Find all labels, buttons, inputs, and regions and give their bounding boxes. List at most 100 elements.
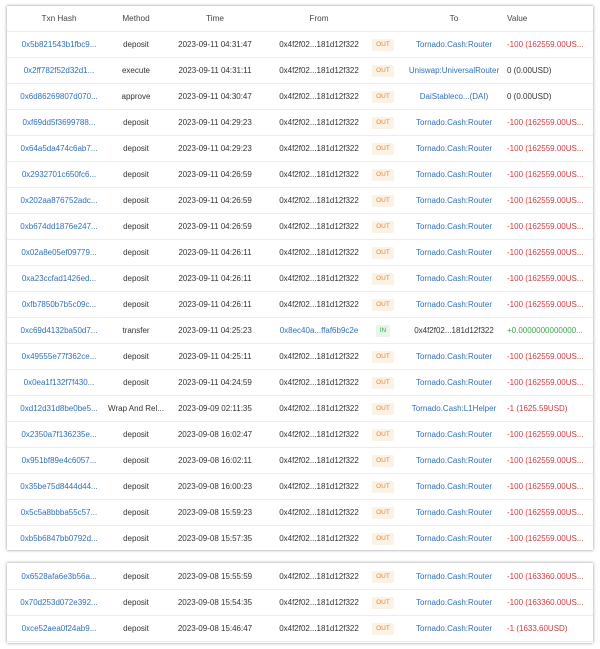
direction-badge-cell: OUT xyxy=(368,84,398,109)
direction-badge: OUT xyxy=(372,142,394,155)
from-address: 0x4f2f02...181d12f322 xyxy=(279,66,359,75)
table-row[interactable]: 0x5c5a8bbba55c57... deposit 2023-09-08 15:… xyxy=(7,500,593,526)
to-address[interactable]: Uniswap:UniversalRouter xyxy=(405,58,503,83)
txn-hash-link[interactable]: 0x5c5a8bbba55c57... xyxy=(13,500,105,525)
txn-hash-link[interactable]: 0xce52aea0f24ab9... xyxy=(13,616,105,641)
txn-hash-link[interactable]: 0xb5b6847bb0792d... xyxy=(13,526,105,551)
time-value: 2023-09-11 04:26:59 xyxy=(178,170,252,179)
time-value: 2023-09-08 15:46:47 xyxy=(177,624,253,633)
to-address[interactable]: Tornado.Cash:Router xyxy=(405,240,503,265)
txn-hash-link[interactable]: 0x5b821543b1fbc9... xyxy=(13,32,105,57)
to-address[interactable]: Tornado.Cash:Router xyxy=(405,590,503,615)
value-amount: -100 (162559.00US... xyxy=(507,196,584,205)
to-address[interactable]: DaiStableco...(DAI) xyxy=(405,84,503,109)
to-address[interactable]: Tornado.Cash:Router xyxy=(405,292,503,317)
to-address[interactable]: Tornado.Cash:Router xyxy=(405,162,503,187)
txn-hash-link[interactable]: 0x02a8e05ef09779... xyxy=(13,240,105,265)
table-row[interactable]: 0x6528afa6e3b56a... deposit 2023-09-08 15:… xyxy=(7,564,593,590)
txn-hash-link[interactable]: 0x35be75d8444d44... xyxy=(13,474,105,499)
to-address[interactable]: Tornado.Cash:Router xyxy=(405,370,503,395)
table-row[interactable]: 0xc69d4132ba50d7... transfer 2023-09-11 04… xyxy=(7,318,593,344)
table-row[interactable]: 0xa23ccfad1426ed... deposit 2023-09-11 04:… xyxy=(7,266,593,292)
table-row[interactable]: 0x202aa876752adc... deposit 2023-09-11 04:… xyxy=(7,188,593,214)
txn-hash-link[interactable]: 0x64a5da474c6ab7... xyxy=(13,136,105,161)
table-row[interactable]: 0x6d86269807d070... approve 2023-09-11 04:… xyxy=(7,84,593,110)
direction-badge-cell: OUT xyxy=(368,240,398,265)
direction-badge: OUT xyxy=(372,220,394,233)
direction-badge-cell: OUT xyxy=(368,32,398,57)
to-address[interactable]: Tornado.Cash:Router xyxy=(405,526,503,551)
txn-hash-link[interactable]: 0x202aa876752adc... xyxy=(13,188,105,213)
table-row[interactable]: 0x35be75d8444d44... deposit 2023-09-08 16:… xyxy=(7,474,593,500)
value-amount: -100 (162559.00US... xyxy=(507,430,584,439)
table-row[interactable]: 0x64a5da474c6ab7... deposit 2023-09-11 04:… xyxy=(7,136,593,162)
to-address[interactable]: Tornado.Cash:Router xyxy=(405,136,503,161)
to-address[interactable]: Tornado.Cash:Router xyxy=(405,266,503,291)
txn-hash-link[interactable]: 0xb674dd1876e247... xyxy=(13,214,105,239)
from-address: 0x4f2f02...181d12f322 xyxy=(279,222,359,231)
table-row[interactable]: 0x0ea1f132f7f430... deposit 2023-09-11 04:… xyxy=(7,370,593,396)
from-address: 0x4f2f02...181d12f322 xyxy=(279,92,359,101)
txn-hash-link[interactable]: 0x49555e77f362ce... xyxy=(13,344,105,369)
value-amount: -100 (162559.00US... xyxy=(507,352,584,361)
table-row[interactable]: 0xb5b6847bb0792d... deposit 2023-09-08 15:… xyxy=(7,526,593,552)
table-row[interactable]: 0x2932701c650fc6... deposit 2023-09-11 04:… xyxy=(7,162,593,188)
direction-badge-cell: OUT xyxy=(368,266,398,291)
table-row[interactable]: 0xf69dd5f3699788... deposit 2023-09-11 04:… xyxy=(7,110,593,136)
table-row[interactable]: 0x70d253d072e392... deposit 2023-09-08 15:… xyxy=(7,590,593,616)
to-address[interactable]: Tornado.Cash:Router xyxy=(405,448,503,473)
txn-hash-link[interactable]: 0xd12d31d8be0be5... xyxy=(13,396,105,421)
to-address[interactable]: Tornado.Cash:Router xyxy=(405,214,503,239)
direction-badge-cell: OUT xyxy=(368,110,398,135)
time-value: 2023-09-11 04:29:23 xyxy=(178,118,252,127)
txn-hash-link[interactable]: 0x2ff782f52d32d1... xyxy=(13,58,105,83)
direction-badge-cell: OUT xyxy=(368,370,398,395)
table-row[interactable]: 0x5b821543b1fbc9... deposit 2023-09-11 04:… xyxy=(7,32,593,58)
table-row[interactable]: 0xfb7850b7b5c09c... deposit 2023-09-11 04:… xyxy=(7,292,593,318)
txn-hash-link[interactable]: 0xf69dd5f3699788... xyxy=(13,110,105,135)
method-label: deposit xyxy=(123,274,149,283)
to-address[interactable]: Tornado.Cash:Router xyxy=(405,474,503,499)
txn-hash-link[interactable]: 0xc69d4132ba50d7... xyxy=(13,318,105,343)
from-address[interactable]: 0x8ec40a...ffaf6b9c2e xyxy=(273,318,365,343)
from-address: 0x4f2f02...181d12f322 xyxy=(279,40,359,49)
txn-hash-link[interactable]: 0x70d253d072e392... xyxy=(13,590,105,615)
txn-hash-link[interactable]: 0x2932701c650fc6... xyxy=(13,162,105,187)
txn-hash-link[interactable]: 0x6528afa6e3b56a... xyxy=(13,564,105,589)
txn-hash-link[interactable]: 0x2350a7f136235e... xyxy=(13,422,105,447)
table-row[interactable]: 0xb674dd1876e247... deposit 2023-09-11 04:… xyxy=(7,214,593,240)
txn-hash-link[interactable]: 0xfb7850b7b5c09c... xyxy=(13,292,105,317)
to-address[interactable]: Tornado.Cash:Router xyxy=(405,32,503,57)
txn-hash-link[interactable]: 0xa23ccfad1426ed... xyxy=(13,266,105,291)
to-address[interactable]: Tornado.Cash:Router xyxy=(405,344,503,369)
to-address[interactable]: Tornado.Cash:Router xyxy=(405,500,503,525)
table-row[interactable]: 0x951bf89e4c6057... deposit 2023-09-08 16:… xyxy=(7,448,593,474)
to-address[interactable]: Tornado.Cash:Router xyxy=(405,188,503,213)
table-row[interactable]: 0xce52aea0f24ab9... deposit 2023-09-08 15:… xyxy=(7,616,593,642)
to-address[interactable]: Tornado.Cash:Router xyxy=(405,564,503,589)
to-address[interactable]: Tornado.Cash:Router xyxy=(405,422,503,447)
from-address: 0x4f2f02...181d12f322 xyxy=(279,274,359,283)
transactions-table: Txn Hash Method Time From To Value 0x5b8… xyxy=(7,6,593,552)
method-label: deposit xyxy=(123,378,149,387)
method-label: deposit xyxy=(123,118,149,127)
transactions-table-continued: 0x6528afa6e3b56a... deposit 2023-09-08 15:… xyxy=(7,563,593,643)
value-amount: -100 (162559.00US... xyxy=(507,170,584,179)
table-row[interactable]: 0x49555e77f362ce... deposit 2023-09-11 04:… xyxy=(7,344,593,370)
value-amount: -100 (162559.00US... xyxy=(507,482,584,491)
txn-hash-link[interactable]: 0x6d86269807d070... xyxy=(13,84,105,109)
from-address: 0x4f2f02...181d12f322 xyxy=(279,118,359,127)
table-row[interactable]: 0x2ff782f52d32d1... execute 2023-09-11 04:… xyxy=(7,58,593,84)
table-row[interactable]: 0x02a8e05ef09779... deposit 2023-09-11 04:… xyxy=(7,240,593,266)
to-address[interactable]: Tornado.Cash:Router xyxy=(405,110,503,135)
from-address: 0x4f2f02...181d12f322 xyxy=(279,170,359,179)
table-row[interactable]: 0xd12d31d8be0be5... Wrap And Rel... 2023-0… xyxy=(7,396,593,422)
txn-hash-link[interactable]: 0x951bf89e4c6057... xyxy=(13,448,105,473)
direction-badge: OUT xyxy=(372,298,394,311)
to-address[interactable]: Tornado.Cash:Router xyxy=(405,616,503,641)
method-label: deposit xyxy=(123,598,149,607)
txn-hash-link[interactable]: 0x0ea1f132f7f430... xyxy=(13,370,105,395)
to-address[interactable]: Tornado.Cash:L1Helper xyxy=(405,396,503,421)
direction-badge-cell: OUT xyxy=(368,564,398,589)
table-row[interactable]: 0x2350a7f136235e... deposit 2023-09-08 16:… xyxy=(7,422,593,448)
